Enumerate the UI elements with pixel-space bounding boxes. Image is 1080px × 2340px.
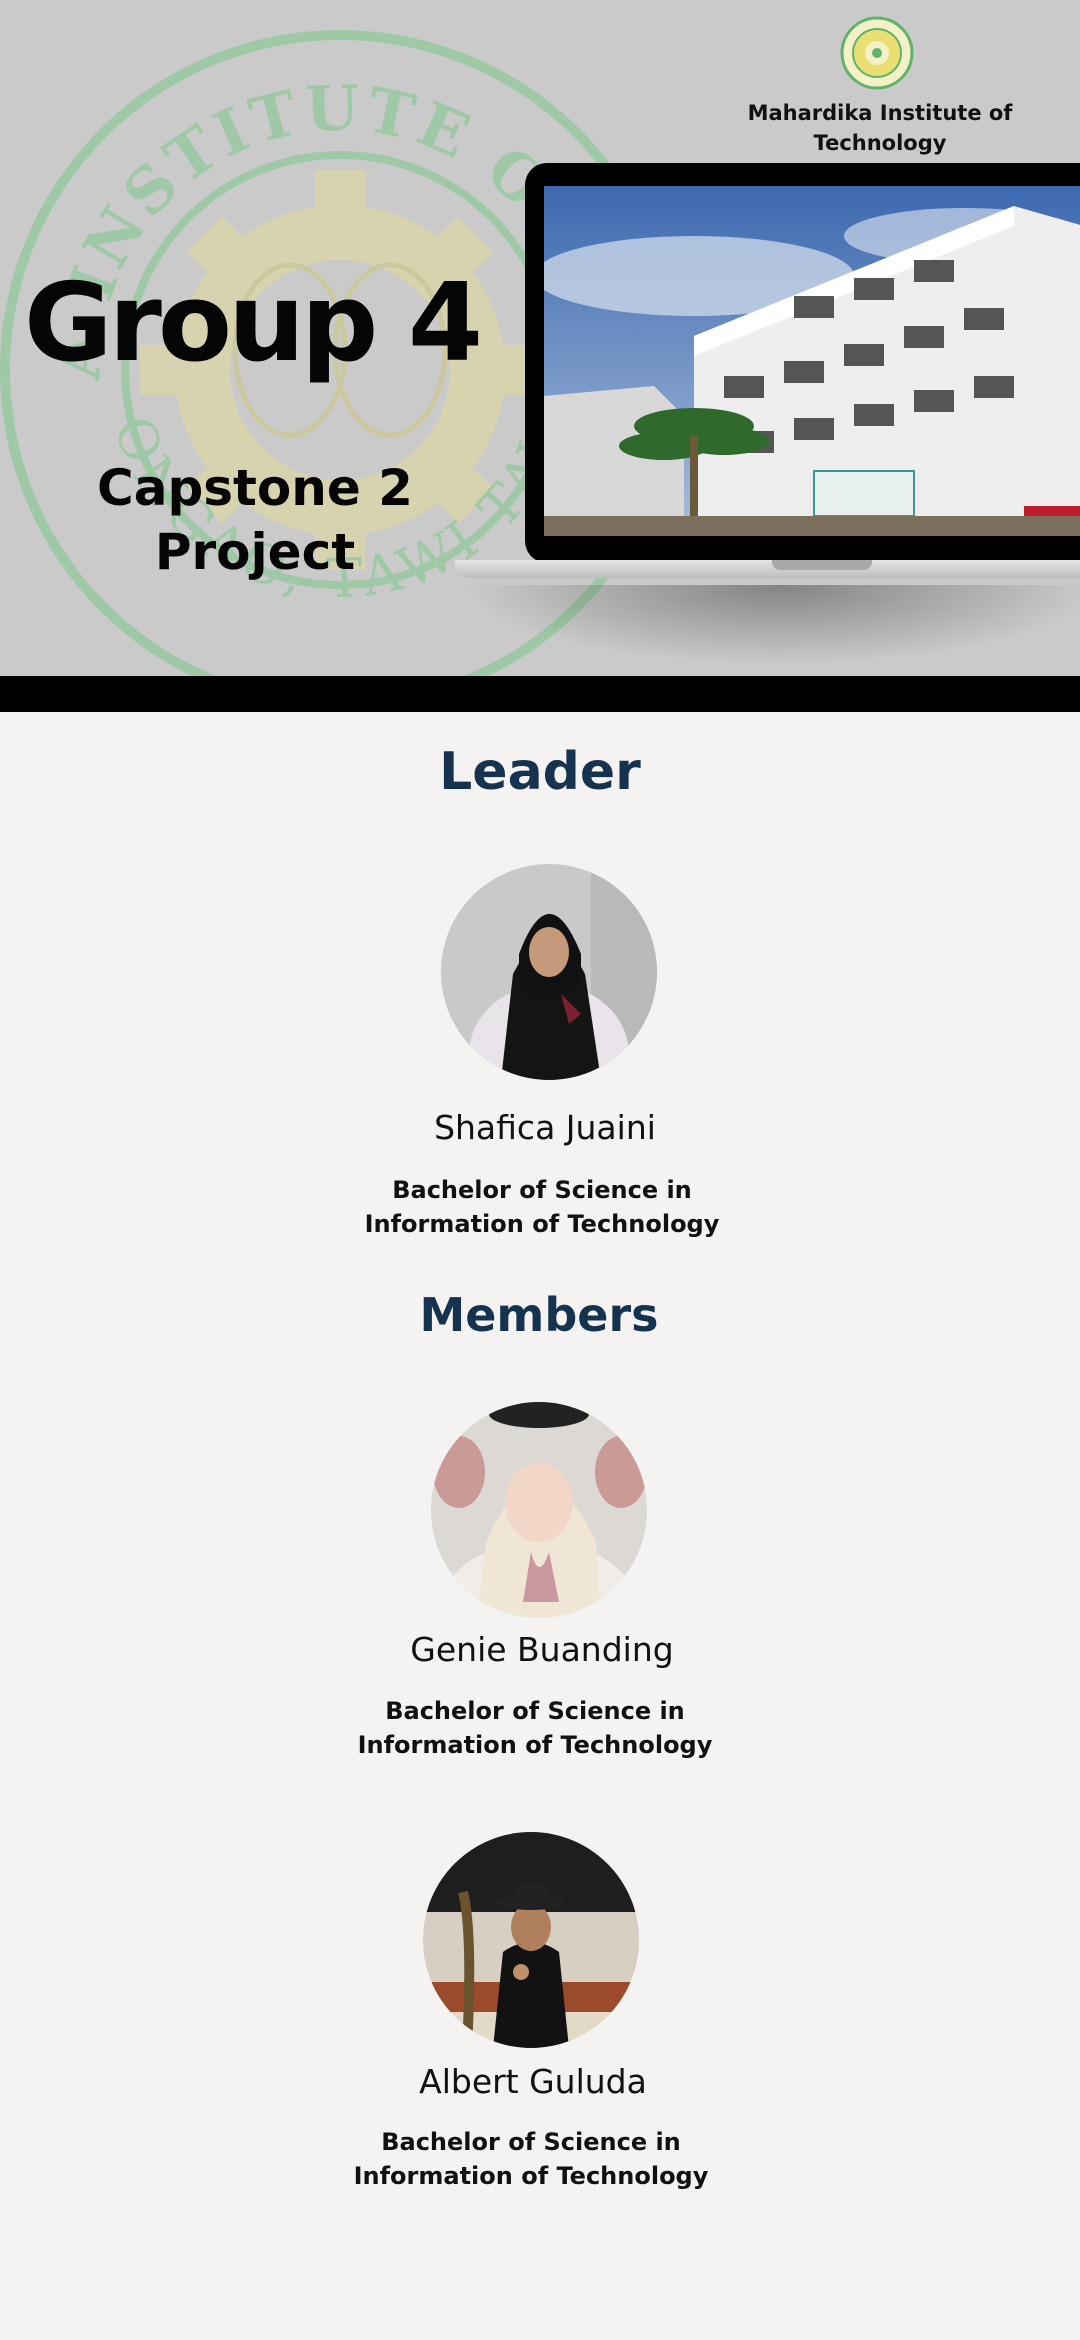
institute-name: Mahardika Institute of Technology bbox=[740, 98, 1020, 158]
leader-degree-line1: Bachelor of Science in bbox=[392, 1176, 692, 1204]
leader-avatar bbox=[441, 864, 657, 1080]
member-avatar bbox=[431, 1402, 647, 1618]
institute-logo-icon bbox=[840, 16, 914, 90]
leader-degree: Bachelor of Science in Information of Te… bbox=[292, 1173, 792, 1241]
capstone-title-line2: Project bbox=[154, 523, 356, 581]
member-degree-line2: Information of Technology bbox=[357, 1731, 713, 1759]
members-heading: Members bbox=[419, 1288, 659, 1342]
campus-building-photo bbox=[544, 186, 1080, 536]
laptop-shadow bbox=[460, 585, 1080, 665]
leader-degree-line2: Information of Technology bbox=[364, 1210, 720, 1238]
member-degree: Bachelor of Science in Information of Te… bbox=[285, 1694, 785, 1762]
capstone-title: Capstone 2 Project bbox=[70, 456, 440, 584]
institute-name-line2: Technology bbox=[813, 131, 947, 155]
member-name: Genie Buanding bbox=[410, 1630, 674, 1669]
member-degree-line2: Information of Technology bbox=[353, 2162, 709, 2190]
laptop-notch bbox=[772, 560, 872, 570]
member-degree-line1: Bachelor of Science in bbox=[385, 1697, 685, 1725]
institute-name-line1: Mahardika Institute of bbox=[747, 101, 1013, 125]
hero-divider-bar bbox=[0, 676, 1080, 712]
member-avatar bbox=[423, 1832, 639, 2048]
group-title: Group 4 bbox=[24, 261, 483, 386]
member-degree: Bachelor of Science in Information of Te… bbox=[281, 2125, 781, 2193]
member-degree-line1: Bachelor of Science in bbox=[381, 2128, 681, 2156]
member-name: Albert Guluda bbox=[419, 2062, 647, 2101]
leader-heading: Leader bbox=[439, 742, 641, 802]
laptop-base bbox=[455, 560, 1080, 578]
hero-banner: MAHARDIKA INSTITUTE OF TECHNOLOGY BONGAO… bbox=[0, 0, 1080, 712]
leader-name: Shafica Juaini bbox=[434, 1108, 656, 1147]
capstone-title-line1: Capstone 2 bbox=[97, 459, 413, 517]
